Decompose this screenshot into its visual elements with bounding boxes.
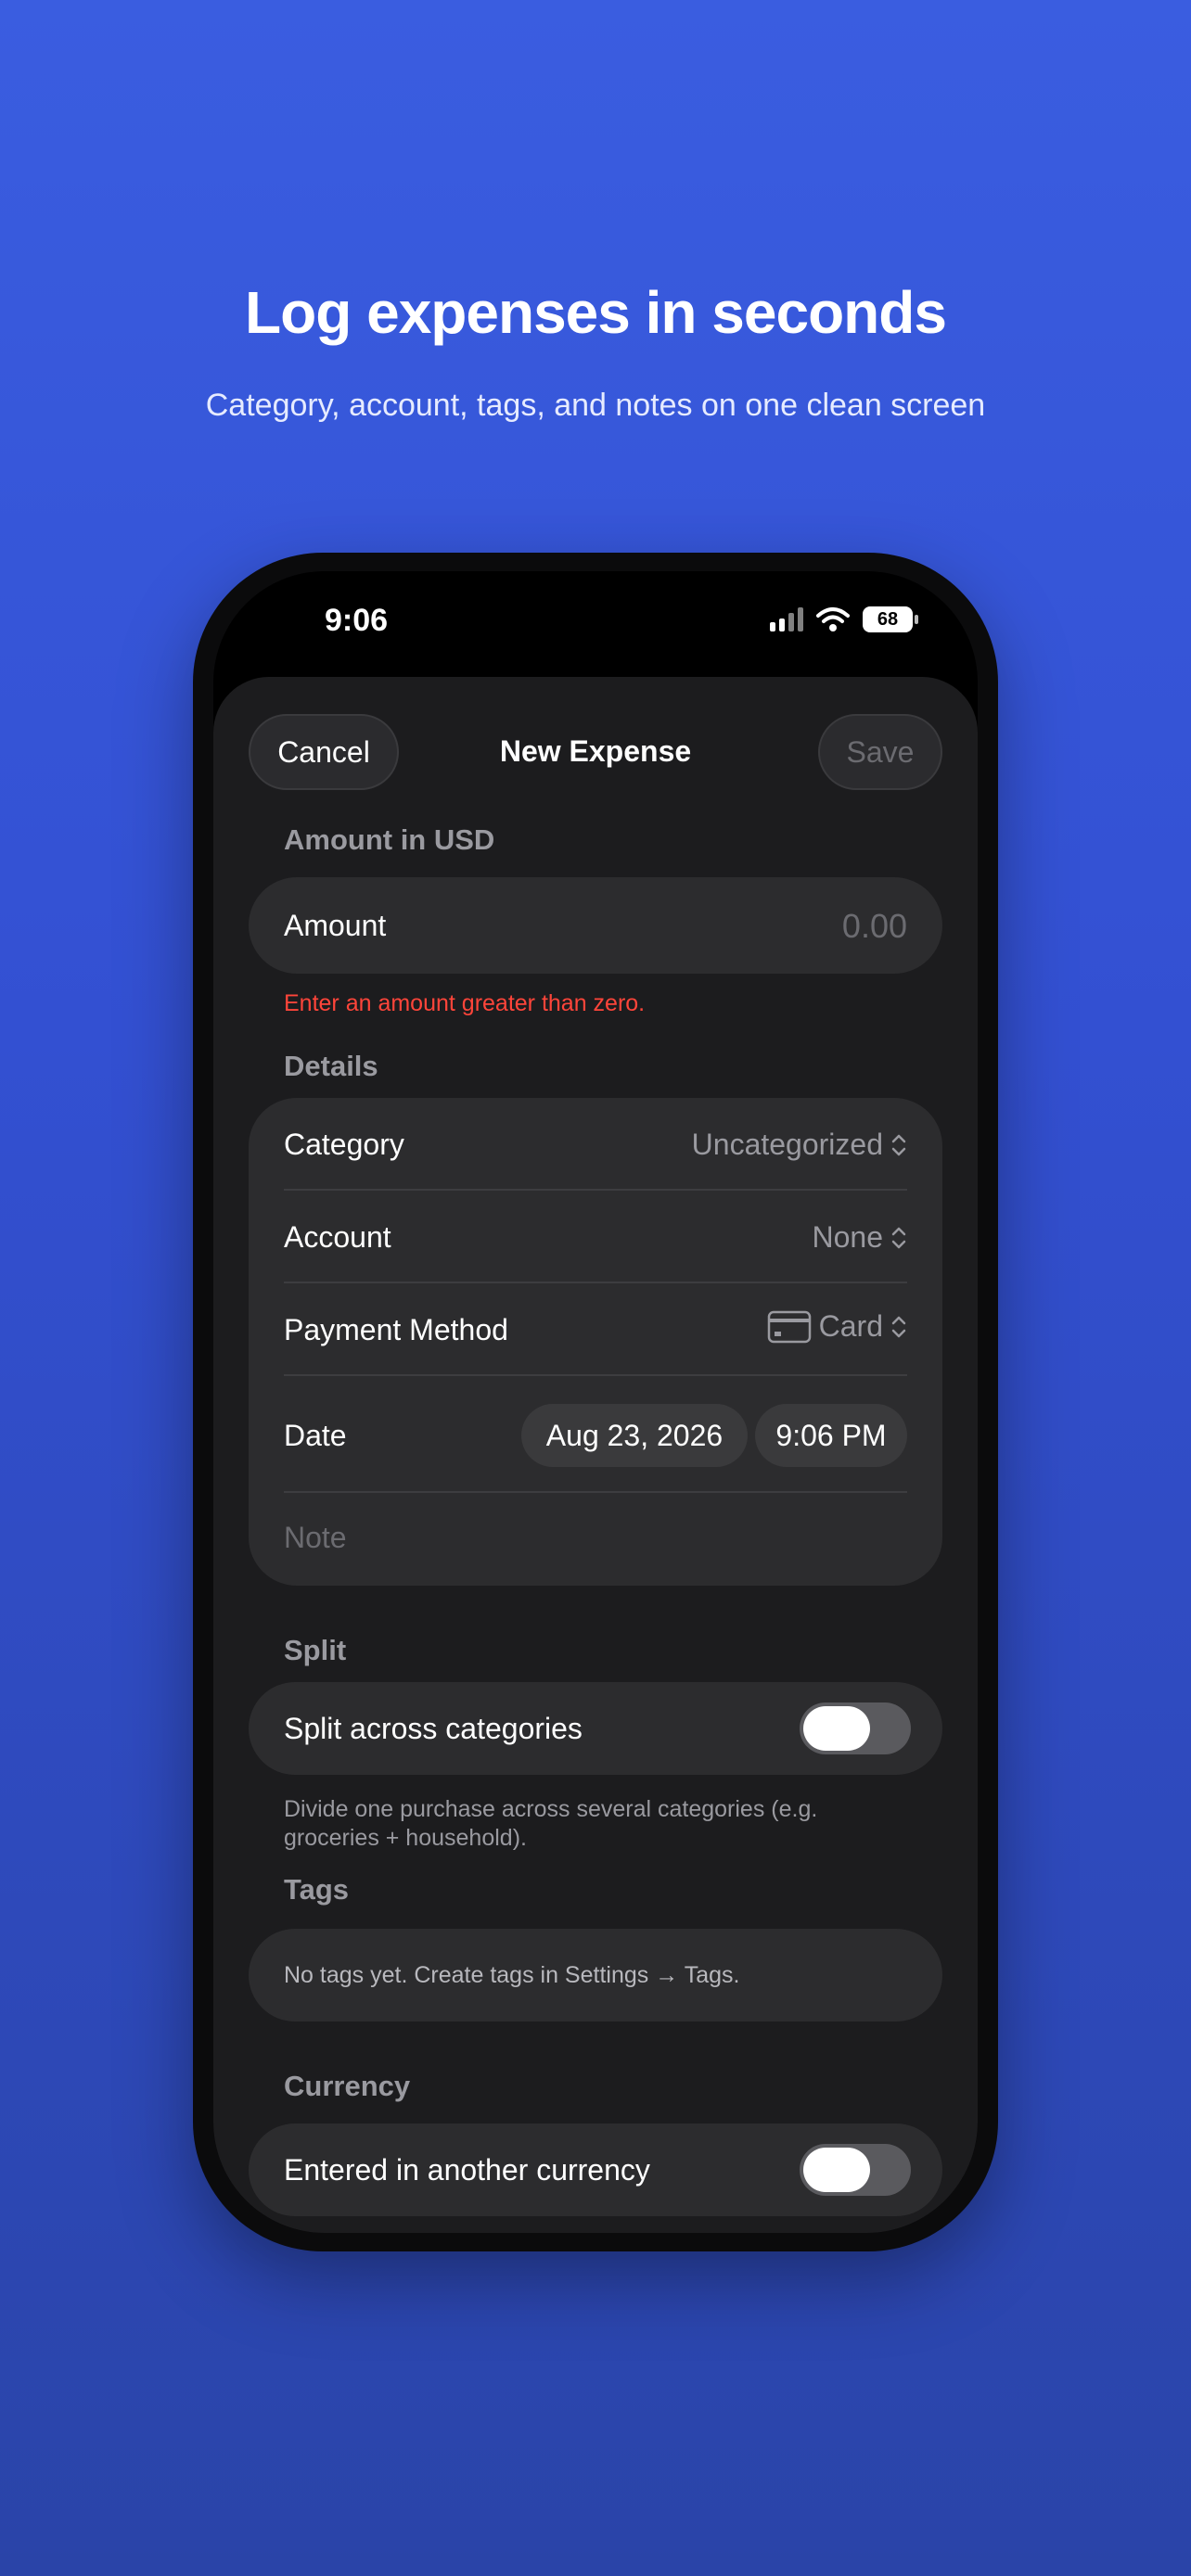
date-label: Date [284,1419,347,1452]
category-row[interactable]: Category Uncategorized [249,1098,942,1191]
account-value: None [812,1220,884,1254]
status-time: 9:06 [325,603,389,638]
status-bar: 9:06 68 [213,571,978,673]
amount-field[interactable]: Amount 0.00 [249,877,942,974]
currency-section-label: Currency [284,2070,411,2102]
signal-icon [770,607,803,631]
chevron-updown-icon [891,1227,906,1248]
credit-card-icon [767,1310,811,1343]
promo-headline: Log expenses in seconds [245,279,947,346]
category-picker[interactable]: Uncategorized [692,1128,907,1162]
split-section-label: Split [284,1634,347,1666]
note-input[interactable]: Note [284,1521,347,1555]
phone-screen: 9:06 68 Cancel New Expense Save Amount i… [213,571,978,2233]
category-label: Category [284,1128,404,1161]
split-footnote: Divide one purchase across several categ… [284,1796,818,1851]
chevron-updown-icon [891,1134,906,1155]
amount-input[interactable]: 0.00 [842,907,907,946]
toggle-knob [803,1706,870,1751]
details-section-label: Details [284,1050,378,1082]
nav-bar: Cancel New Expense Save [213,714,978,792]
currency-label: Entered in another currency [284,2153,650,2187]
details-card: Category Uncategorized Account None Paym… [249,1098,942,1586]
save-button[interactable]: Save [818,714,942,790]
tags-card: No tags yet. Create tags in Settings → T… [249,1929,942,2021]
split-label: Split across categories [284,1712,583,1745]
date-picker[interactable]: Aug 23, 2026 [521,1404,748,1467]
phone-frame: 9:06 68 Cancel New Expense Save Amount i… [193,553,998,2251]
account-picker[interactable]: None [813,1220,908,1255]
battery-icon: 68 [863,606,918,632]
amount-section-label: Amount in USD [284,823,495,856]
payment-method-row[interactable]: Payment Method Card [249,1283,942,1376]
payment-method-picker[interactable]: Card [767,1309,907,1344]
divider [284,1491,907,1493]
currency-toggle[interactable] [800,2144,911,2196]
amount-error: Enter an amount greater than zero. [284,990,646,1016]
chevron-updown-icon [891,1316,906,1337]
wifi-icon [816,607,850,631]
split-row: Split across categories [249,1682,942,1775]
time-picker[interactable]: 9:06 PM [755,1404,907,1467]
toggle-knob [803,2148,870,2192]
payment-method-label: Payment Method [284,1313,508,1346]
new-expense-sheet: Cancel New Expense Save Amount in USD Am… [213,677,978,2233]
date-row: Date Aug 23, 2026 9:06 PM [249,1376,942,1493]
amount-label: Amount [284,909,387,942]
tags-section-label: Tags [284,1873,350,1906]
split-toggle[interactable] [800,1702,911,1754]
currency-row: Entered in another currency [249,2123,942,2216]
promo-subheadline: Category, account, tags, and notes on on… [205,388,986,423]
tags-empty-text: No tags yet. Create tags in Settings → T… [284,1962,740,1988]
category-value: Uncategorized [691,1128,883,1161]
payment-method-value: Card [818,1309,883,1343]
account-row[interactable]: Account None [249,1191,942,1283]
account-label: Account [284,1220,391,1254]
